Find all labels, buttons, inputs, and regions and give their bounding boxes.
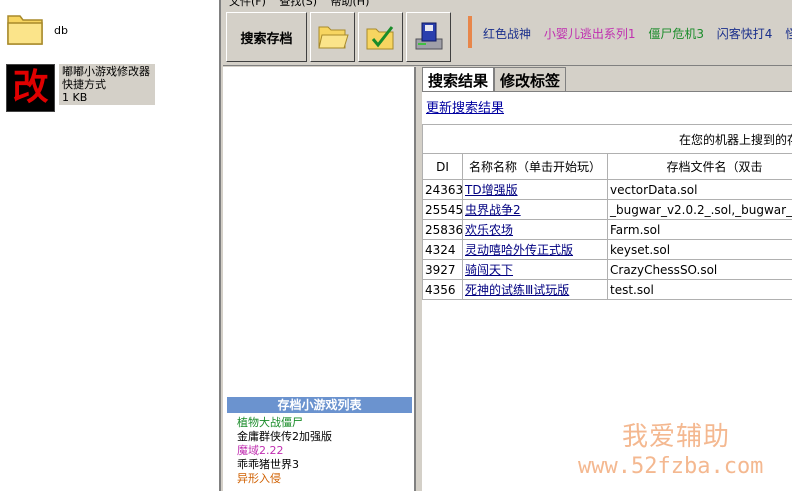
shortcut-name: 嘟嘟小游戏修改器: [62, 65, 150, 78]
save-file-name[interactable]: Farm.sol: [607, 219, 792, 240]
check-folder-button[interactable]: [358, 12, 403, 62]
menu-bar: 文件(F) 查找(S) 帮助(H): [223, 0, 792, 10]
folder-check-icon: [366, 26, 393, 50]
toolbar-separator: [468, 16, 472, 48]
table-row: 25545 虫界战争2 _bugwar_v2.0.2_.sol,_bugwar_…: [422, 199, 792, 220]
quick-link[interactable]: 红色战神: [483, 27, 531, 41]
shortcut-type: 快捷方式: [62, 78, 106, 91]
table-row: 24363 TD增强版 vectorData.sol: [422, 179, 792, 200]
game-list: 植物大战僵尸 金庸群侠传2加强版 魔域2.22 乖乖猪世界3 异形入侵: [237, 416, 332, 486]
results-table: 在您的机器上搜到的存档 DI 名称名称（单击开始玩） 存档文件名（双击 2436…: [422, 124, 792, 300]
game-list-item[interactable]: 金庸群侠传2加强版: [237, 430, 332, 444]
tab-search-results[interactable]: 搜索结果: [422, 67, 495, 91]
open-folder-button[interactable]: [310, 12, 355, 62]
table-row: 25836 欢乐农场 Farm.sol: [422, 219, 792, 240]
row-id: 4324: [422, 239, 463, 260]
floppy-disk-icon: [415, 22, 442, 50]
refresh-results-link[interactable]: 更新搜索结果: [426, 97, 504, 116]
side-panel: 存档小游戏列表 植物大战僵尸 金庸群侠传2加强版 魔域2.22 乖乖猪世界3 异…: [223, 67, 416, 491]
table-row: 4324 灵动嘻哈外传正式版 keyset.sol: [422, 239, 792, 260]
row-id: 25545: [422, 199, 463, 220]
watermark-url: www.52fzba.com: [578, 454, 764, 479]
save-file-name[interactable]: keyset.sol: [607, 239, 792, 260]
toolbar: 搜索存档 红色战神 小婴儿逃出系列1 僵尸危机3 闪客快打4 怪兽: [223, 10, 792, 66]
folder-icon: [7, 15, 43, 45]
menu-help[interactable]: 帮助(H): [331, 0, 370, 8]
game-name-link[interactable]: 灵动嘻哈外传正式版: [465, 243, 573, 257]
quick-link[interactable]: 小婴儿逃出系列1: [544, 27, 636, 41]
quick-link[interactable]: 闪客快打4: [717, 27, 773, 41]
menu-find[interactable]: 查找(S): [279, 0, 317, 8]
shortcut-item[interactable]: 改 嘟嘟小游戏修改器 快捷方式 1 KB: [6, 64, 155, 112]
row-id: 24363: [422, 179, 463, 200]
open-folder-icon: [317, 26, 349, 49]
game-name-link[interactable]: 欢乐农场: [465, 223, 513, 237]
game-name-link[interactable]: TD增强版: [465, 183, 518, 197]
table-row: 4356 死神的试练Ⅲ试玩版 test.sol: [422, 279, 792, 300]
quick-link[interactable]: 僵尸危机3: [648, 27, 704, 41]
game-list-header: 存档小游戏列表: [227, 397, 412, 413]
game-name-link[interactable]: 骑闯天下: [465, 263, 513, 277]
row-id: 3927: [422, 259, 463, 280]
row-id: 25836: [422, 219, 463, 240]
save-file-name[interactable]: _bugwar_v2.0.2_.sol,_bugwar_v: [607, 199, 792, 220]
app-shortcut-icon: 改: [6, 64, 55, 112]
save-file-name[interactable]: CrazyChessSO.sol: [607, 259, 792, 280]
tab-edit-tags[interactable]: 修改标签: [494, 67, 567, 91]
row-id: 4356: [422, 279, 463, 300]
game-name-link[interactable]: 虫界战争2: [465, 203, 521, 217]
save-disk-button[interactable]: [406, 12, 451, 62]
folder-item-db[interactable]: db: [6, 10, 68, 46]
save-file-name[interactable]: test.sol: [607, 279, 792, 300]
game-list-item[interactable]: 乖乖猪世界3: [237, 458, 332, 472]
column-header-name: 名称名称（单击开始玩）: [462, 153, 608, 180]
table-row: 3927 骑闯天下 CrazyChessSO.sol: [422, 259, 792, 280]
column-header-file: 存档文件名（双击: [607, 153, 792, 180]
shortcut-info: 嘟嘟小游戏修改器 快捷方式 1 KB: [59, 64, 155, 105]
search-save-button[interactable]: 搜索存档: [226, 12, 307, 62]
menu-file[interactable]: 文件(F): [229, 0, 266, 8]
table-caption: 在您的机器上搜到的存档: [422, 124, 792, 154]
game-name-link[interactable]: 死神的试练Ⅲ试玩版: [465, 283, 569, 297]
game-list-item[interactable]: 异形入侵: [237, 472, 332, 486]
folder-name: db: [54, 24, 68, 37]
game-list-item[interactable]: 魔域2.22: [237, 444, 332, 458]
shortcut-size: 1 KB: [62, 91, 88, 104]
tab-bar: 搜索结果 修改标签: [422, 67, 567, 91]
results-content: 更新搜索结果 在您的机器上搜到的存档 DI 名称名称（单击开始玩） 存档文件名（…: [422, 91, 792, 491]
results-panel: 搜索结果 修改标签 更新搜索结果 在您的机器上搜到的存档 DI 名称名称（单击开…: [418, 67, 792, 491]
explorer-pane: db 改 嘟嘟小游戏修改器 快捷方式 1 KB: [0, 0, 221, 491]
column-header-id: DI: [422, 153, 463, 180]
quick-link[interactable]: 怪兽: [785, 27, 792, 41]
watermark-text: 我爱辅助: [622, 422, 731, 452]
quick-links: 红色战神 小婴儿逃出系列1 僵尸危机3 闪客快打4 怪兽: [483, 25, 792, 42]
game-list-item[interactable]: 植物大战僵尸: [237, 416, 332, 430]
save-file-name[interactable]: vectorData.sol: [607, 179, 792, 200]
